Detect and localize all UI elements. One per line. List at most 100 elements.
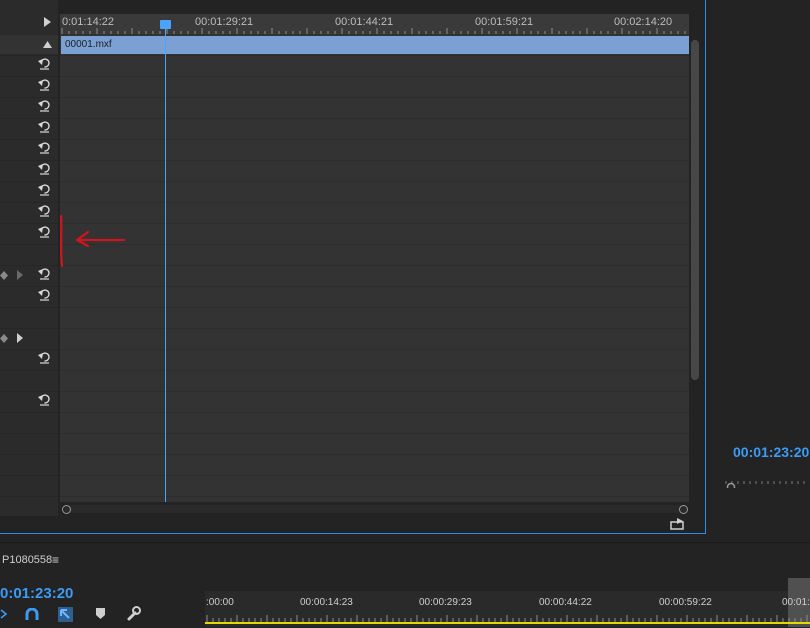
sequence-tick-label: 00:00:44:22: [539, 597, 592, 608]
vertical-scrollbar[interactable]: [691, 40, 699, 380]
zoom-handle-right[interactable]: [679, 505, 688, 514]
program-scrub-bar[interactable]: [724, 480, 810, 488]
row-separator: [60, 412, 689, 413]
play-triangle-icon[interactable]: [44, 17, 51, 27]
export-frame-icon[interactable]: [670, 518, 686, 530]
panel-menu-icon[interactable]: ≡: [52, 553, 59, 567]
reset-icon[interactable]: [38, 393, 51, 406]
reset-icon[interactable]: [38, 288, 51, 301]
reset-icon[interactable]: [38, 78, 51, 91]
scrub-handle: [726, 482, 736, 488]
red-arrow-annotation: [59, 214, 126, 268]
sequence-tick-label: :00:00: [206, 597, 234, 608]
row-separator: [60, 244, 689, 245]
row-separator: [0, 391, 58, 392]
row-separator: [60, 475, 689, 476]
row-separator: [60, 118, 689, 119]
linked-selection-icon[interactable]: [58, 607, 73, 622]
row-separator: [60, 181, 689, 182]
row-separator: [60, 496, 689, 497]
ruler-tick-label: 00:01:29:21: [195, 16, 254, 28]
reset-icon[interactable]: [38, 57, 51, 70]
program-timecode[interactable]: 00:01:23:20: [733, 444, 809, 460]
row-separator: [60, 286, 689, 287]
row-separator: [0, 496, 58, 497]
panel-focus-border: [0, 533, 706, 534]
keyframe-next-icon[interactable]: [17, 270, 23, 280]
reset-icon[interactable]: [38, 351, 51, 364]
row-separator: [0, 181, 58, 182]
row-separator: [0, 160, 58, 161]
row-separator: [60, 76, 689, 77]
row-separator: [0, 475, 58, 476]
ruler-tick-label: 00:01:59:21: [475, 16, 534, 28]
row-separator: [0, 139, 58, 140]
row-separator: [0, 76, 58, 77]
row-separator: [60, 97, 689, 98]
reset-icon[interactable]: [38, 204, 51, 217]
reset-icon[interactable]: [38, 267, 51, 280]
reset-icon[interactable]: [38, 225, 51, 238]
keyframe-timeline-area[interactable]: [60, 34, 689, 502]
row-separator: [60, 307, 689, 308]
row-separator: [60, 349, 689, 350]
sequence-ruler-ticks: [206, 615, 808, 622]
reset-icon[interactable]: [38, 183, 51, 196]
row-separator: [0, 202, 58, 203]
snap-magnet-icon[interactable]: [25, 608, 39, 621]
zoom-handle-left[interactable]: [62, 505, 71, 514]
row-separator: [60, 223, 689, 224]
row-separator: [0, 412, 58, 413]
playhead-line[interactable]: [165, 24, 166, 502]
wrench-icon[interactable]: [126, 606, 141, 621]
row-separator: [0, 286, 58, 287]
section-header-row[interactable]: [0, 35, 58, 54]
keyframe-next-icon[interactable]: [17, 333, 23, 343]
reset-icon[interactable]: [38, 99, 51, 112]
row-separator: [0, 307, 58, 308]
sequence-tab-name[interactable]: P1080558: [2, 554, 52, 566]
ripple-edit-icon[interactable]: [0, 608, 8, 621]
sequence-timecode[interactable]: 0:01:23:20: [0, 585, 73, 602]
row-separator: [0, 118, 58, 119]
row-separator: [0, 97, 58, 98]
row-separator: [0, 433, 58, 434]
row-separator: [0, 265, 58, 266]
row-separator: [0, 349, 58, 350]
reset-icon[interactable]: [38, 141, 51, 154]
sequence-tick-label: 00:00:14:23: [300, 597, 353, 608]
reset-icon[interactable]: [38, 120, 51, 133]
add-marker-icon[interactable]: [96, 608, 105, 620]
ruler-tick-label: 0:01:14:22: [62, 16, 114, 28]
keyframe-diamond-icon[interactable]: [0, 334, 8, 343]
horizontal-zoom-scrollbar[interactable]: [62, 505, 688, 514]
row-separator: [60, 391, 689, 392]
clip-bar[interactable]: 00001.mxf: [61, 36, 689, 54]
row-separator: [60, 139, 689, 140]
row-separator: [0, 370, 58, 371]
clip-name: 00001.mxf: [65, 39, 112, 50]
sequence-tick-label: 00:00:29:23: [419, 597, 472, 608]
ruler-tick-label: 00:02:14:20: [614, 16, 673, 28]
ruler-tick-label: 00:01:44:21: [335, 16, 394, 28]
row-separator: [60, 202, 689, 203]
row-separator: [0, 223, 58, 224]
row-separator: [60, 328, 689, 329]
keyframe-diamond-icon[interactable]: [0, 271, 8, 280]
row-separator: [0, 454, 58, 455]
work-area-bar[interactable]: [205, 622, 810, 624]
row-separator: [60, 454, 689, 455]
row-separator: [0, 55, 58, 56]
sequence-tick-label: 00:00:59:22: [659, 597, 712, 608]
collapse-triangle-icon[interactable]: [43, 41, 52, 48]
row-separator: [60, 370, 689, 371]
row-separator: [60, 265, 689, 266]
row-separator: [60, 160, 689, 161]
row-separator: [60, 433, 689, 434]
panel-focus-border: [705, 0, 706, 534]
row-separator: [0, 244, 58, 245]
row-separator: [60, 55, 689, 56]
reset-icon[interactable]: [38, 162, 51, 175]
playhead-handle[interactable]: [160, 20, 171, 29]
row-separator: [0, 328, 58, 329]
